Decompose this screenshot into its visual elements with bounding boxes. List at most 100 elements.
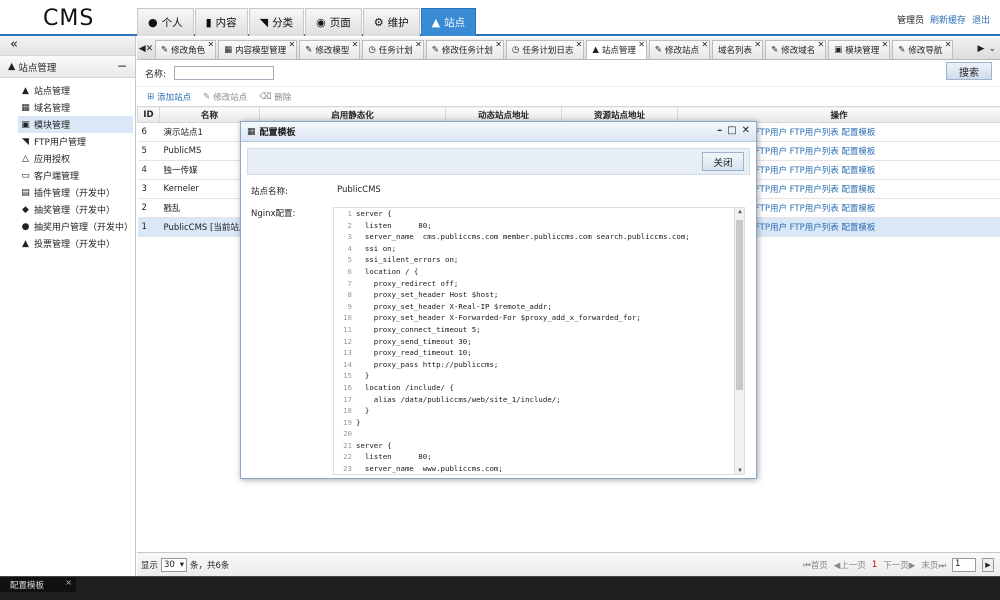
close-icon[interactable]: ✕ <box>352 40 359 49</box>
tab-scroll-right-icon[interactable]: ▶ <box>978 44 985 54</box>
sitemap-icon: ▲ <box>592 45 599 55</box>
minimize-icon[interactable]: – <box>717 125 722 136</box>
tab-edit-task-plan[interactable]: ✎ 修改任务计划 ✕ <box>425 40 504 59</box>
sidebar-item-client-manage[interactable]: ▭ 客户端管理 <box>18 167 135 184</box>
close-icon[interactable]: ✕ <box>945 40 952 49</box>
dialog-title-bar[interactable]: ▦ 配置模板 – □ ✕ <box>241 122 756 142</box>
code-line: 8 proxy_set_header Host $host; <box>334 289 690 301</box>
top-tab-site[interactable]: ▲ 站点 <box>420 8 477 36</box>
page-size-select[interactable]: 30 ▾ <box>161 557 188 572</box>
tab-task-log[interactable]: ◷ 任务计划日志 ✕ <box>505 40 585 59</box>
code-text: proxy_set_header X-Forwarded-For $proxy_… <box>356 313 641 323</box>
close-icon[interactable]: ✕ <box>701 40 708 49</box>
sidebar-item-lottery-manage[interactable]: ◆ 抽奖管理（开发中） <box>18 201 135 218</box>
chevron-down-icon[interactable]: ⌄ <box>988 44 996 54</box>
go-page-button[interactable]: ▶ <box>982 557 994 572</box>
close-icon[interactable]: ✕ <box>882 40 889 49</box>
close-icon[interactable]: ✕ <box>288 40 295 49</box>
top-bar: CMS ● 个人 ▮ 内容 ◥ 分类 ◉ 页面 ⚙ 维护 ▲ 站点 管理员 刷新缓存 退出 <box>0 0 1000 36</box>
editor-scrollbar[interactable]: ▲ ▼ <box>734 208 744 474</box>
globe-icon: ◉ <box>316 16 326 29</box>
folder-icon: ◥ <box>259 16 269 29</box>
tab-site-manage[interactable]: ▲ 站点管理 ✕ <box>586 40 647 59</box>
scroll-down-icon[interactable]: ▼ <box>735 467 744 474</box>
scroll-up-icon[interactable]: ▲ <box>735 208 744 217</box>
edit-site-button[interactable]: ✎ 修改站点 <box>203 91 247 103</box>
users-icon: ● <box>21 221 30 232</box>
tab-edit-nav[interactable]: ✎ 修改导航 ✕ <box>892 40 954 59</box>
sidebar-header[interactable]: ▲ 站点管理 − <box>0 56 135 78</box>
tab-edit-model[interactable]: ✎ 修改模型 ✕ <box>299 40 361 59</box>
close-icon[interactable]: × <box>65 578 72 587</box>
refresh-cache-link[interactable]: 刷新缓存 <box>930 13 966 26</box>
add-site-button[interactable]: ⊞ 添加站点 <box>147 91 191 103</box>
edit-icon: ✎ <box>431 45 439 55</box>
top-tab-page[interactable]: ◉ 页面 <box>305 8 362 36</box>
site-name-label: 站点名称: <box>251 187 288 197</box>
tab-content-model[interactable]: ▦ 内容模型管理 ✕ <box>218 40 298 59</box>
sidebar-item-vote-manage[interactable]: ▲ 投票管理（开发中） <box>18 235 135 252</box>
user-links: 管理员 刷新缓存 退出 <box>897 13 990 26</box>
close-icon[interactable]: ✕ <box>754 40 761 49</box>
line-number: 5 <box>347 255 352 265</box>
search-button[interactable]: 搜索 <box>946 62 992 80</box>
top-tab-maintain[interactable]: ⚙ 维护 <box>362 8 420 36</box>
first-page-link[interactable]: ⏮首页 <box>803 559 828 571</box>
first-page-icon: ⏮ <box>803 560 811 571</box>
maximize-icon[interactable]: □ <box>727 125 736 136</box>
page-number-input[interactable]: 1 <box>952 557 976 572</box>
sidebar-item-site-manage[interactable]: ▲ 站点管理 <box>18 82 135 99</box>
tab-edit-role[interactable]: ✎ 修改角色 ✕ <box>155 40 217 59</box>
col-id[interactable]: ID <box>137 106 160 123</box>
code-line: 20 <box>334 428 690 440</box>
tab-edit-domain[interactable]: ✎ 修改域名 ✕ <box>765 40 827 59</box>
close-icon[interactable]: ✕ <box>576 40 583 49</box>
code-line: 6 location / { <box>334 266 690 278</box>
close-icon[interactable]: ✕ <box>207 40 214 49</box>
close-icon[interactable]: ✕ <box>495 40 502 49</box>
close-icon[interactable]: ✕ <box>818 40 825 49</box>
modules-icon: ▣ <box>834 45 843 55</box>
tab-scroll-left-icon[interactable]: ◀✕ <box>137 39 155 59</box>
line-number: 19 <box>343 417 352 427</box>
sidebar-item-domain-manage[interactable]: ▦ 域名管理 <box>18 99 135 116</box>
top-tab-personal[interactable]: ● 个人 <box>137 8 194 36</box>
nginx-config-editor[interactable]: 1 server {2 listen 80; 3 server_name cms.p… <box>333 207 745 475</box>
sidebar-item-module-manage[interactable]: ▣ 模块管理 <box>18 116 133 133</box>
next-page-link[interactable]: 下一页▶ <box>883 559 915 571</box>
sidebar-item-app-auth[interactable]: △ 应用授权 <box>18 150 135 167</box>
tab-module-manage[interactable]: ▣ 模块管理 ✕ <box>828 40 891 59</box>
edit-icon: ✎ <box>654 45 663 55</box>
sidebar-item-ftp-user[interactable]: ◥ FTP用户管理 <box>18 133 135 150</box>
tab-domain-list[interactable]: 域名列表 ✕ <box>712 40 764 59</box>
line-number: 23 <box>343 464 352 474</box>
close-icon[interactable]: ✕ <box>638 40 645 49</box>
top-tab-category[interactable]: ◥ 分类 <box>248 8 305 36</box>
bell-icon: △ <box>22 153 29 164</box>
name-search-input[interactable] <box>174 66 275 80</box>
last-page-link[interactable]: 末页⏭ <box>921 559 946 571</box>
code-line: 14 proxy_pass http://publiccms; <box>334 359 690 371</box>
prev-page-link[interactable]: ◀上一页 <box>834 559 866 571</box>
top-tab-content[interactable]: ▮ 内容 <box>194 8 248 36</box>
minimize-icon[interactable]: − <box>117 59 127 73</box>
taskbar-item-config-template[interactable]: 配置模板 × <box>0 577 76 592</box>
tab-task-plan[interactable]: ◷ 任务计划 ✕ <box>362 40 424 59</box>
scrollbar-thumb[interactable] <box>736 220 743 390</box>
line-number: 2 <box>347 220 352 230</box>
sidebar-item-lottery-user[interactable]: ● 抽奖用户管理（开发中） <box>18 218 135 235</box>
close-icon[interactable]: ✕ <box>742 125 750 136</box>
close-button[interactable]: 关闭 <box>702 152 744 171</box>
code-text: proxy_read_timeout 10; <box>356 348 472 358</box>
last-page-icon: ⏭ <box>938 560 946 571</box>
line-number: 21 <box>343 440 352 450</box>
delete-button[interactable]: ⌫ 删除 <box>259 91 291 103</box>
close-icon[interactable]: ✕ <box>415 40 422 49</box>
code-text: proxy_send_timeout 30; <box>356 336 472 346</box>
sidebar-collapse-button[interactable]: « <box>0 36 135 56</box>
modules-icon: ▣ <box>21 119 30 130</box>
book-icon: ▮ <box>205 16 212 29</box>
logout-link[interactable]: 退出 <box>972 13 990 26</box>
sidebar-item-plugin-manage[interactable]: ▤ 插件管理（开发中） <box>18 184 135 201</box>
tab-edit-site[interactable]: ✎ 修改站点 ✕ <box>648 40 711 59</box>
